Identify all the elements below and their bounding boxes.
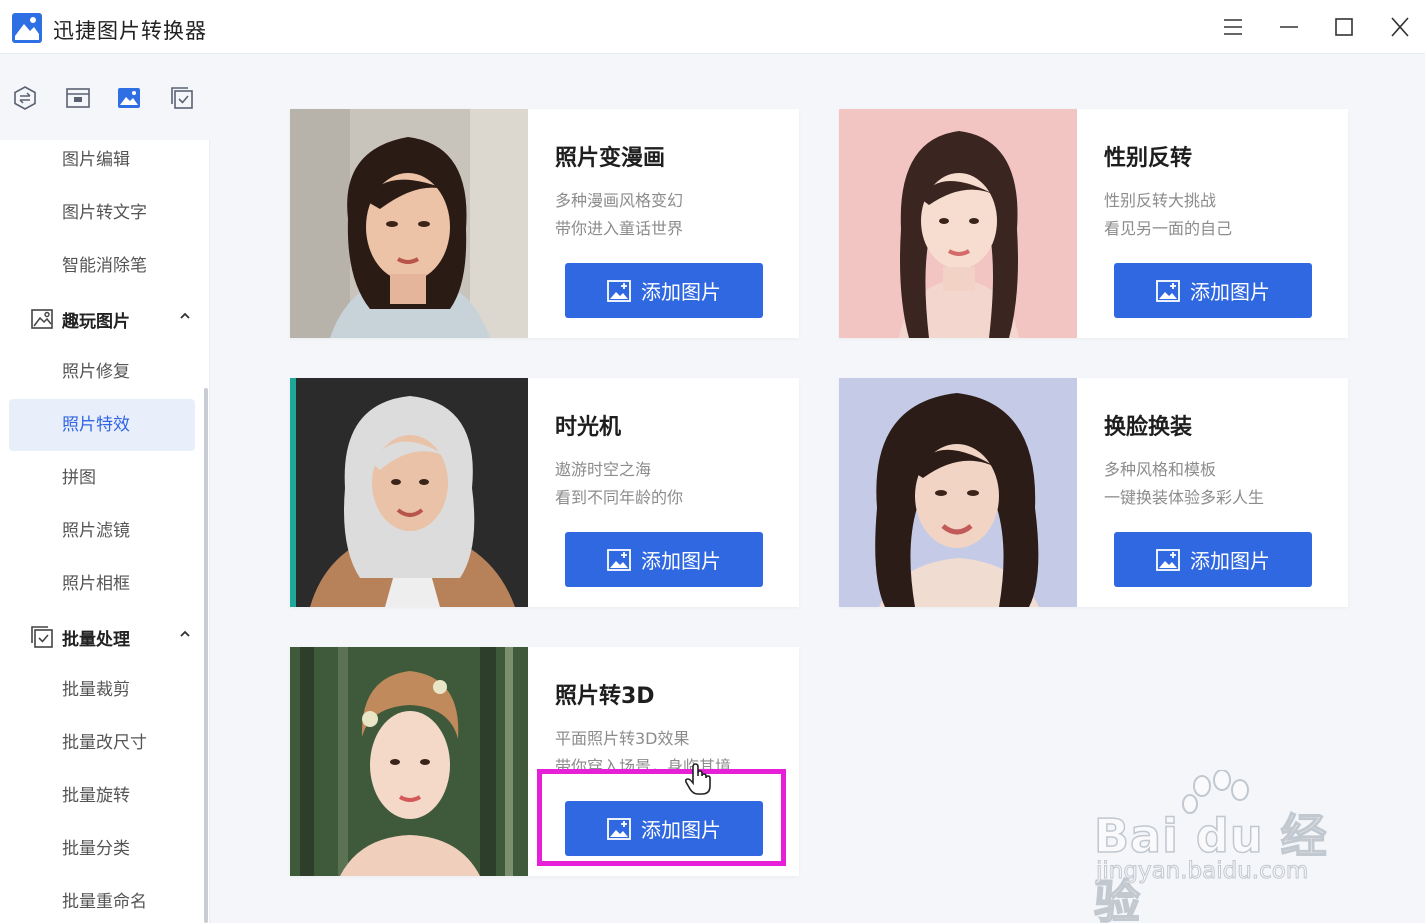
app-logo-icon (12, 13, 42, 43)
image-icon (118, 88, 140, 108)
card-thumbnail (290, 109, 528, 338)
compress-tool-button[interactable] (62, 82, 94, 114)
chevron-up-icon (180, 630, 190, 637)
sidebar-item-smart-eraser[interactable]: 智能消除笔 (62, 254, 147, 278)
portrait-image (290, 378, 528, 607)
card-thumbnail (290, 647, 528, 876)
add-image-icon (607, 548, 631, 571)
add-image-icon (607, 279, 631, 302)
batch-icon (31, 626, 53, 648)
portrait-image (839, 378, 1077, 607)
sidebar-group-label: 趣玩图片 (62, 311, 130, 332)
close-button[interactable] (1385, 12, 1415, 42)
sidebar-item-batch-classify[interactable]: 批量分类 (62, 837, 130, 861)
menu-button[interactable] (1218, 12, 1248, 42)
sidebar-item-photo-filter[interactable]: 照片滤镜 (62, 519, 130, 543)
sidebar-item-collage[interactable]: 拼图 (62, 466, 96, 490)
minimize-button[interactable] (1274, 12, 1304, 42)
fun-image-icon (31, 309, 53, 329)
portrait-image (290, 647, 528, 876)
sidebar-group-batch[interactable]: 批量处理 (30, 623, 200, 651)
card-description: 一键换装体验多彩人生 (1104, 488, 1265, 507)
add-image-button[interactable]: 添加图片 (565, 263, 763, 318)
highlight-box (537, 769, 786, 866)
feature-card-face-swap: 换脸换装 多种风格和模板 一键换装体验多彩人生 添加图片 (839, 378, 1348, 607)
sidebar-item-batch-crop[interactable]: 批量裁剪 (62, 678, 130, 702)
card-description: 看见另一面的自己 (1104, 219, 1233, 238)
card-description: 看到不同年龄的你 (555, 488, 684, 507)
card-title: 照片变漫画 (555, 146, 666, 171)
feature-card-photo-to-cartoon: 照片变漫画 多种漫画风格变幻 带你进入童话世界 添加图片 (290, 109, 799, 338)
card-thumbnail (839, 109, 1077, 338)
add-image-button[interactable]: 添加图片 (1114, 263, 1312, 318)
close-icon (1391, 17, 1409, 37)
hamburger-icon (1224, 19, 1242, 35)
image-tool-button[interactable] (113, 82, 145, 114)
card-description: 多种风格和模板 (1104, 460, 1217, 479)
convert-tool-button[interactable] (9, 82, 41, 114)
maximize-button[interactable] (1329, 12, 1359, 42)
compress-icon (66, 88, 90, 108)
portrait-image (290, 109, 528, 338)
convert-icon (14, 86, 36, 110)
sidebar-scrollbar[interactable] (204, 388, 208, 923)
add-image-label: 添加图片 (1190, 549, 1270, 573)
sidebar-item-batch-rename[interactable]: 批量重命名 (62, 890, 147, 914)
sidebar-item-image-edit[interactable]: 图片编辑 (62, 148, 130, 172)
hand-cursor-icon (684, 763, 711, 795)
add-image-button[interactable]: 添加图片 (1114, 532, 1312, 587)
add-image-label: 添加图片 (641, 280, 721, 304)
card-title: 性别反转 (1104, 146, 1193, 171)
maximize-icon (1335, 18, 1353, 36)
sidebar-item-batch-rotate[interactable]: 批量旋转 (62, 784, 130, 808)
add-image-button[interactable]: 添加图片 (565, 532, 763, 587)
minimize-icon (1280, 26, 1298, 28)
app-title: 迅捷图片转换器 (53, 19, 207, 43)
card-description: 性别反转大挑战 (1104, 191, 1217, 210)
sidebar-toolbar (0, 54, 210, 140)
sidebar-item-photo-repair[interactable]: 照片修复 (62, 360, 130, 384)
card-thumbnail (839, 378, 1077, 607)
card-title: 照片转3D (555, 684, 655, 709)
card-description: 平面照片转3D效果 (555, 729, 690, 748)
sidebar-item-photo-effects[interactable]: 照片特效 (62, 413, 130, 437)
add-image-icon (1156, 548, 1180, 571)
chevron-up-icon (180, 312, 190, 319)
sidebar-item-photo-frame[interactable]: 照片相框 (62, 572, 130, 596)
add-image-label: 添加图片 (1190, 280, 1270, 304)
card-title: 时光机 (555, 415, 622, 440)
batch-check-icon (171, 87, 193, 109)
card-thumbnail (290, 378, 528, 607)
watermark-url: jingyan.baidu.com (1095, 858, 1309, 885)
sidebar-group-fun-images[interactable]: 趣玩图片 (30, 305, 200, 333)
card-description: 遨游时空之海 (555, 460, 652, 479)
sidebar: 图片编辑 图片转文字 智能消除笔 趣玩图片 照片修复 照片特效 拼图 照片滤镜 … (0, 54, 210, 923)
baidu-watermark: Bai du 经验 jingyan.baidu.com (1093, 770, 1354, 923)
add-image-label: 添加图片 (641, 549, 721, 573)
sidebar-item-image-to-text[interactable]: 图片转文字 (62, 201, 147, 225)
card-description: 带你进入童话世界 (555, 219, 684, 238)
title-bar: 迅捷图片转换器 (0, 0, 1425, 54)
card-description: 多种漫画风格变幻 (555, 191, 684, 210)
sidebar-item-batch-resize[interactable]: 批量改尺寸 (62, 731, 147, 755)
card-title: 换脸换装 (1104, 415, 1193, 440)
feature-card-gender-swap: 性别反转 性别反转大挑战 看见另一面的自己 添加图片 (839, 109, 1348, 338)
feature-card-time-machine: 时光机 遨游时空之海 看到不同年龄的你 添加图片 (290, 378, 799, 607)
sidebar-group-label: 批量处理 (62, 629, 130, 650)
batch-tool-button[interactable] (166, 82, 198, 114)
add-image-icon (1156, 279, 1180, 302)
portrait-image (839, 109, 1077, 338)
